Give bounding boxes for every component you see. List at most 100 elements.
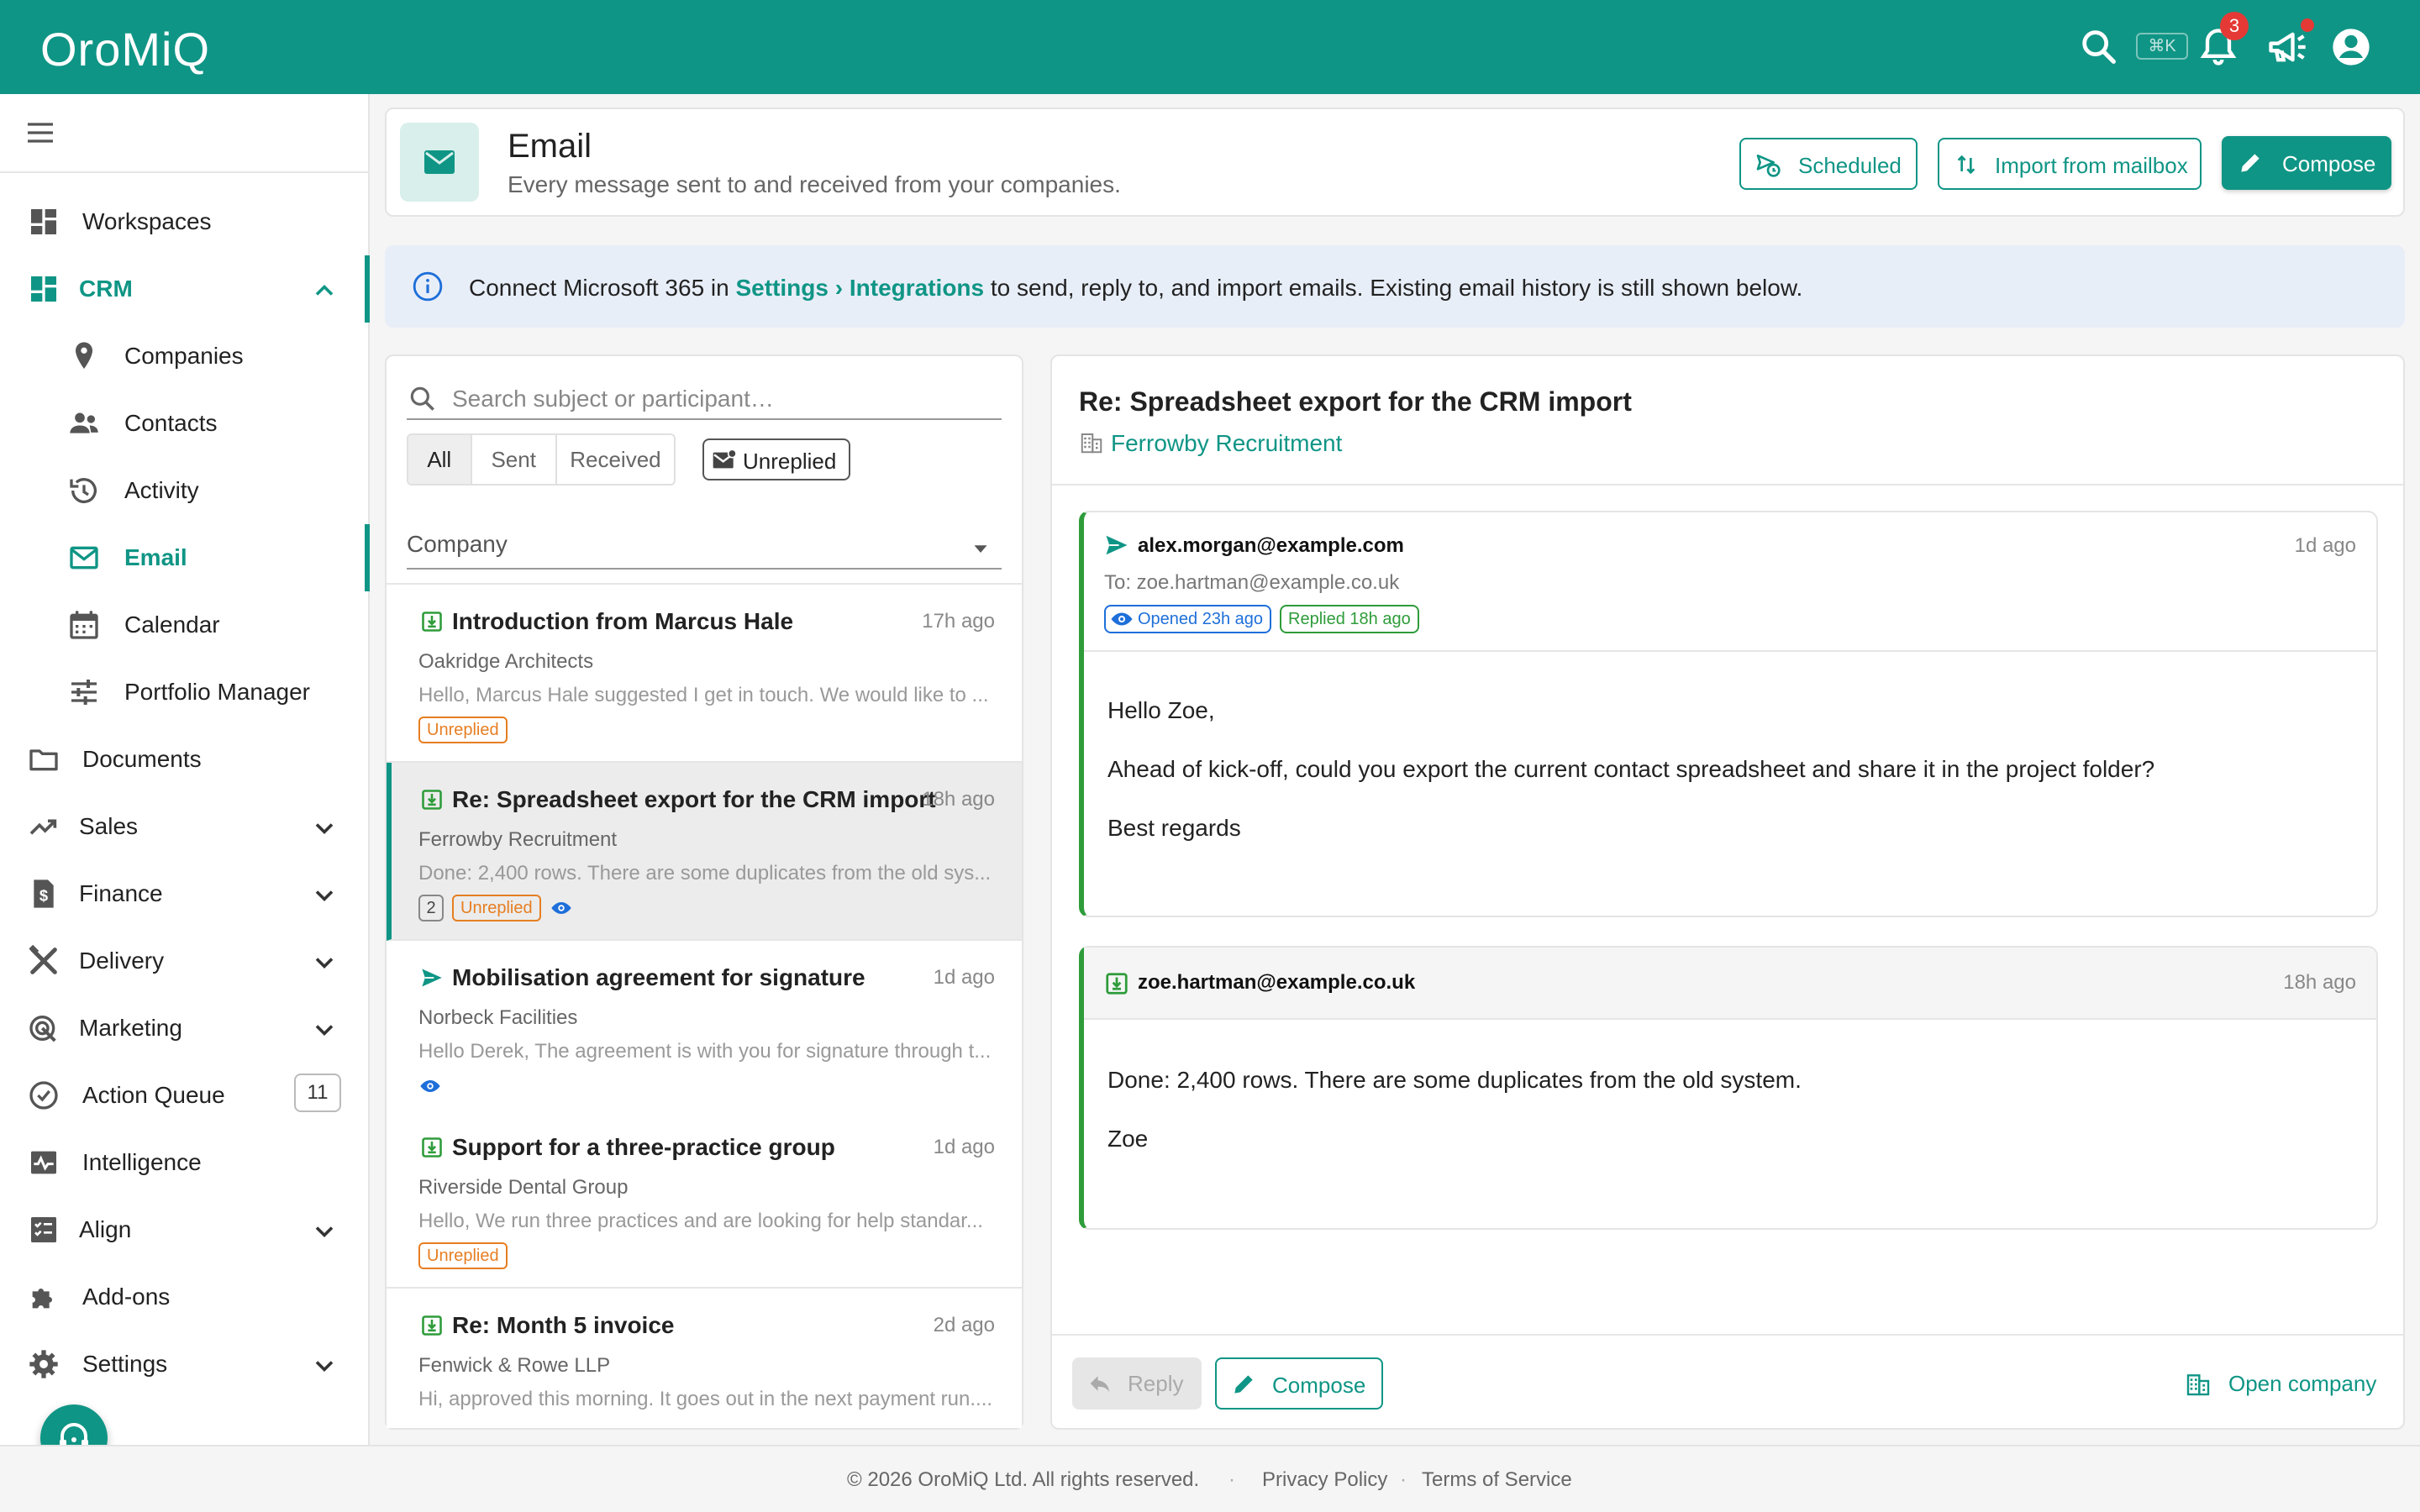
import-button-label: Import from mailbox [1995,153,2188,178]
breadcrumb-separator: › [828,275,850,301]
company-select-underline [407,568,1002,570]
banner-message: Connect Microsoft 365 in Settings › Inte… [469,275,1802,302]
search-icon[interactable] [2077,25,2121,69]
integrations-link[interactable]: Integrations [850,275,984,301]
filter-all-button[interactable]: All [408,435,472,484]
received-icon [420,1314,444,1337]
sidebar-item-delivery[interactable]: Delivery [0,927,370,995]
sidebar-item-documents[interactable]: Documents [0,726,370,793]
menu-icon[interactable] [24,116,57,150]
sidebar-item-add-ons[interactable]: Add-ons [0,1263,370,1331]
mail-icon [67,541,101,575]
compose-button-label: Compose [2282,151,2376,176]
message-sender: alex.morgan@example.com [1138,534,1404,557]
unreplied-badge: Unreplied [418,717,508,743]
privacy-policy-link[interactable]: Privacy Policy [1262,1468,1387,1492]
sidebar-item-intelligence[interactable]: Intelligence [0,1129,370,1196]
chevron-down-icon[interactable] [309,1351,339,1381]
chevron-down-icon[interactable] [309,813,339,843]
sidebar-item-crm[interactable]: CRM [0,255,370,323]
tune-icon [67,675,101,709]
message-paragraph: Best regards [1107,815,1241,841]
message-sender: zoe.hartman@example.co.uk [1138,971,1416,994]
message-time: 18h ago [2283,971,2356,994]
chevron-down-icon[interactable] [309,948,339,978]
sidebar-item-label: Settings [82,1351,168,1377]
import-from-mailbox-button[interactable]: Import from mailbox [1938,138,2202,190]
email-subject: Support for a three-practice group [452,1134,835,1160]
sidebar-item-companies[interactable]: Companies [0,323,370,390]
email-list-item-selected[interactable]: Re: Spreadsheet export for the CRM impor… [387,763,1022,941]
sidebar-item-label: CRM [79,276,133,302]
banner-text-prefix: Connect Microsoft 365 in [469,275,736,301]
unreplied-badge: Unreplied [418,1242,508,1269]
sidebar-item-workspaces[interactable]: Workspaces [0,188,370,255]
search-input[interactable] [452,380,998,418]
scheduled-send-icon [1754,151,1781,178]
sidebar-item-portfolio-manager[interactable]: Portfolio Manager [0,659,370,726]
page-subtitle: Every message sent to and received from … [508,171,1121,197]
opened-tag-label: Opened 23h ago [1138,610,1264,628]
chevron-down-icon[interactable] [309,1015,339,1045]
compose-detail-label: Compose [1272,1373,1366,1398]
search-icon [407,383,439,415]
chevron-down-icon[interactable] [309,880,339,911]
sidebar-item-label: Email [124,544,187,570]
sidebar-item-label: Marketing [79,1015,182,1041]
email-snippet: Hello, Marcus Hale suggested I get in to… [418,684,989,706]
sidebar-item-contacts[interactable]: Contacts [0,390,370,457]
thread-company-link[interactable]: Ferrowby Recruitment [1111,430,1342,457]
scheduled-button[interactable]: Scheduled [1739,138,1918,190]
sidebar-item-label: Intelligence [82,1149,202,1175]
eye-icon [420,1080,440,1092]
email-list-item[interactable]: Re: Month 5 invoice 2d ago Fenwick & Row… [387,1289,1022,1428]
email-time: 1d ago [933,1136,995,1158]
settings-link[interactable]: Settings [736,275,829,301]
copyright-text: © 2026 OroMiQ Ltd. All rights reserved. [847,1468,1200,1491]
reply-button[interactable]: Reply [1072,1357,1202,1410]
chevron-up-icon[interactable] [309,276,339,306]
company-select[interactable]: Company [407,528,1002,568]
sidebar-item-settings[interactable]: Settings [0,1331,370,1398]
account-icon[interactable] [2329,25,2373,69]
email-snippet: Done: 2,400 rows. There are some duplica… [418,862,992,885]
message-header: alex.morgan@example.com 1d ago To: zoe.h… [1084,512,2376,652]
filter-received-button[interactable]: Received [557,435,674,484]
unreplied-filter-toggle[interactable]: Unreplied [702,438,850,480]
email-list-item[interactable]: Support for a three-practice group 1d ag… [387,1110,1022,1289]
filter-sent-button[interactable]: Sent [472,435,557,484]
email-list-item[interactable]: Introduction from Marcus Hale 17h ago Oa… [387,585,1022,763]
eye-icon [1111,612,1133,626]
email-snippet: Hello, We run three practices and are lo… [418,1210,983,1232]
email-header-icon [400,123,479,202]
sent-icon [420,966,444,990]
message-paragraph: Ahead of kick-off, could you export the … [1107,756,2155,782]
email-list-item[interactable]: Mobilisation agreement for signature 1d … [387,941,1022,1119]
chevron-down-icon[interactable] [309,1216,339,1247]
invoice-icon: $ [27,877,60,911]
mark-email-unread-icon [711,447,738,474]
email-time: 18h ago [922,788,995,811]
email-message-card: zoe.hartman@example.co.uk 18h ago Done: … [1079,946,2378,1230]
sidebar-item-finance[interactable]: $ Finance [0,860,370,927]
compose-detail-button[interactable]: Compose [1215,1357,1383,1410]
sidebar-item-align[interactable]: Align [0,1196,370,1263]
notification-count-badge: 3 [2220,12,2249,40]
sidebar-item-sales[interactable]: Sales [0,793,370,860]
sidebar-item-label: Portfolio Manager [124,679,311,705]
received-icon [420,788,444,811]
info-icon [412,270,444,302]
sidebar-item-marketing[interactable]: Marketing [0,995,370,1062]
terms-of-service-link[interactable]: Terms of Service [1422,1468,1572,1492]
sidebar-divider [0,171,370,173]
message-paragraph: Done: 2,400 rows. There are some duplica… [1107,1067,1802,1093]
sidebar-item-label: Activity [124,477,199,503]
page-title: Email [508,128,592,165]
compose-button[interactable]: Compose [2222,136,2391,190]
app-logo[interactable]: OroMiQ [40,22,210,76]
sidebar-item-activity[interactable]: Activity [0,457,370,524]
sidebar-item-label: Finance [79,880,163,906]
sidebar-item-calendar[interactable]: Calendar [0,591,370,659]
sidebar-item-email[interactable]: Email [0,524,370,591]
megaphone-icon[interactable] [2265,25,2309,69]
